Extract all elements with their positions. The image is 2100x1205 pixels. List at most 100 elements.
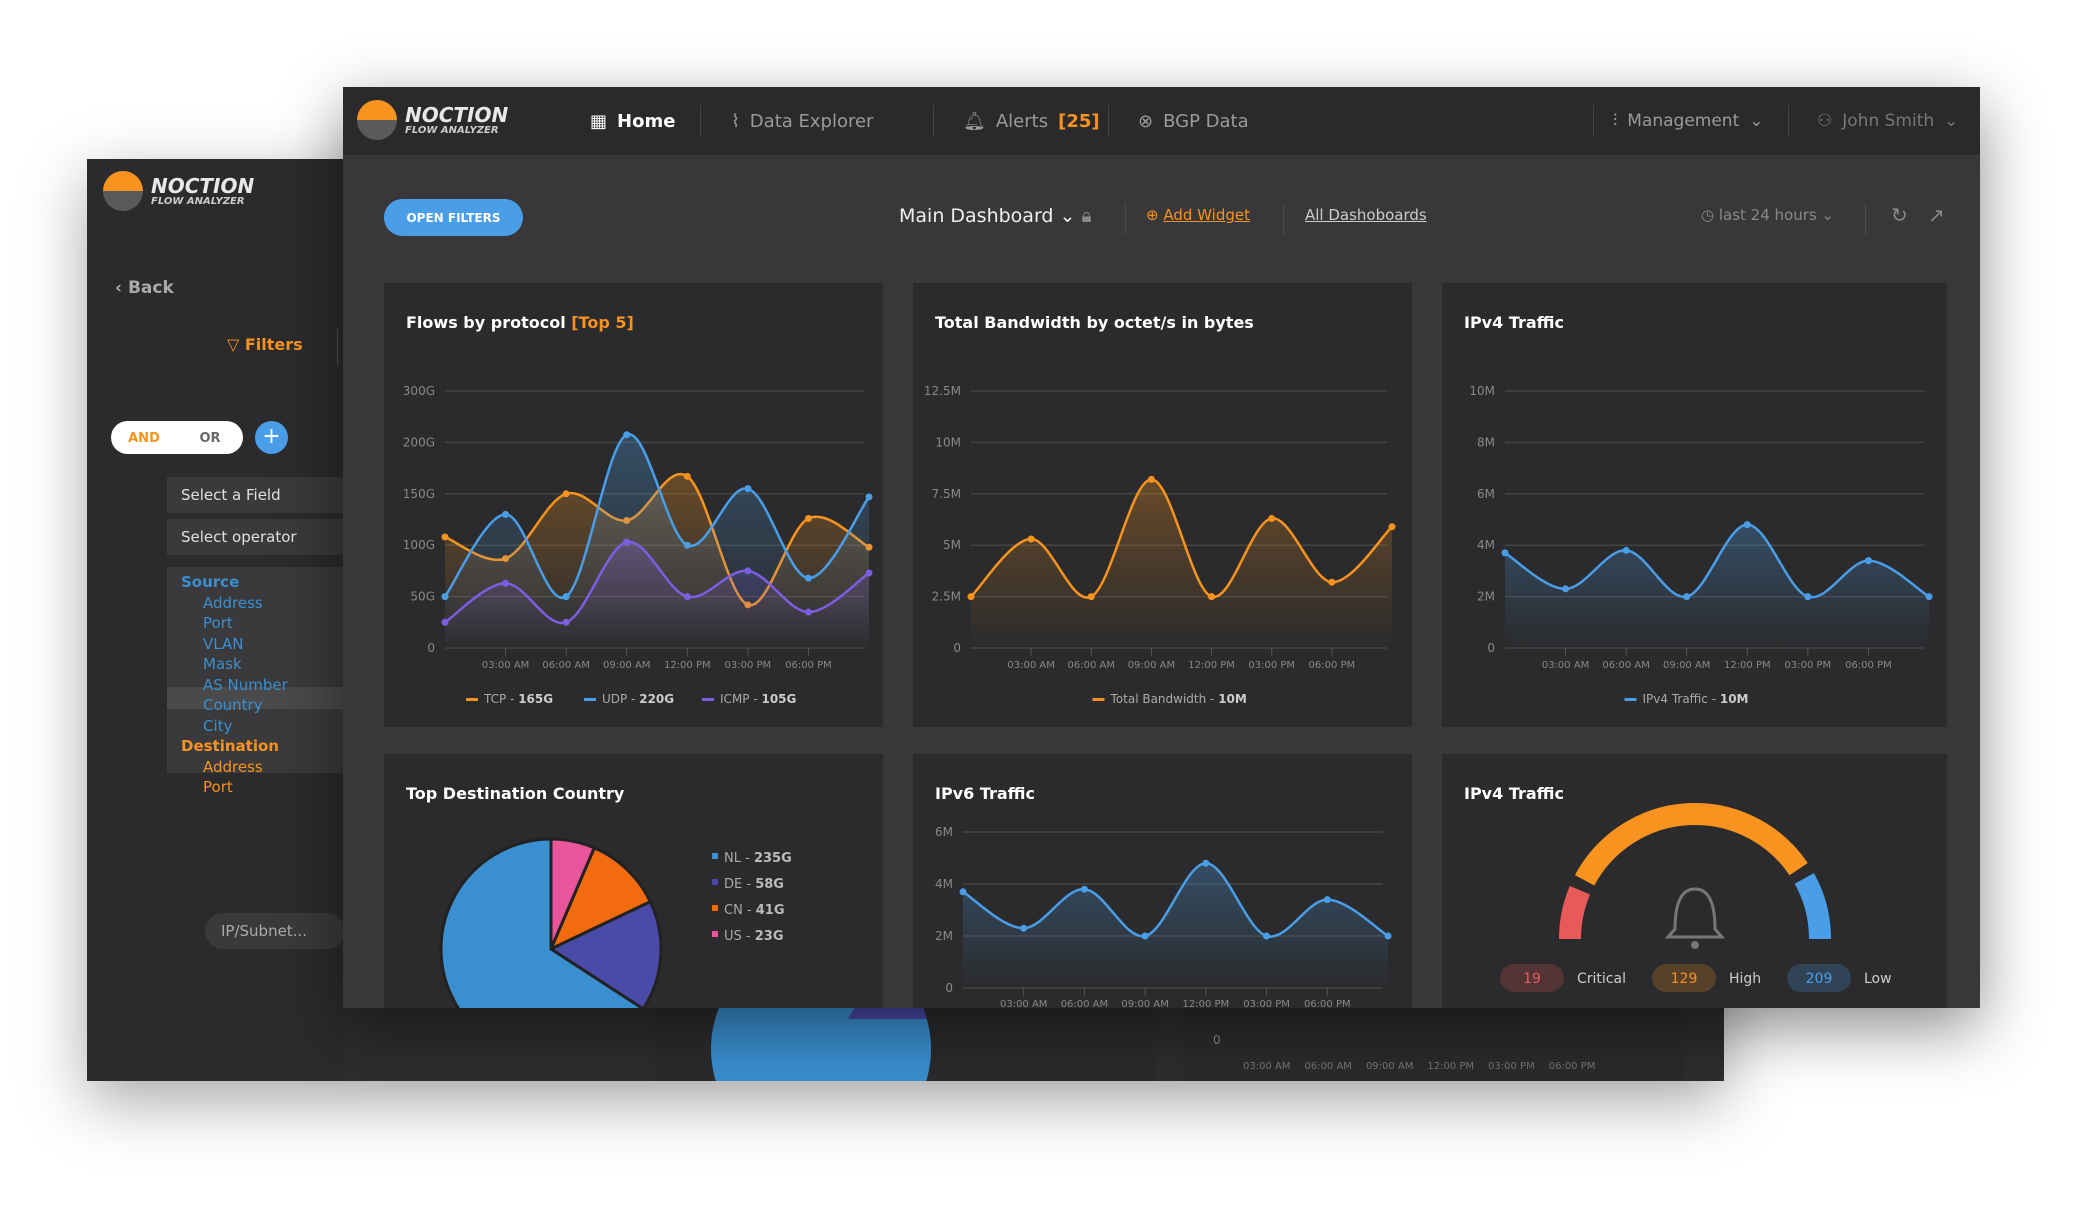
top-nav: NOCTION FLOW ANALYZER ▦ Home ⌇ Data Explore… xyxy=(343,87,1980,155)
series-area-total-bandwidth xyxy=(971,479,1392,648)
filters-button[interactable]: ▽ Filters xyxy=(227,335,303,354)
menu-item[interactable]: VLAN xyxy=(203,635,243,653)
dashboard-name: Main Dashboard xyxy=(899,205,1054,227)
or-option[interactable]: OR xyxy=(177,423,243,453)
ip-subnet-input[interactable]: IP/Subnet... xyxy=(205,913,345,949)
nav-alerts[interactable]: 🔔︎ Alerts [25] xyxy=(963,87,1100,155)
alert-level-label: High xyxy=(1729,971,1761,987)
menu-item[interactable]: Port xyxy=(203,614,233,632)
chevron-down-icon: ⌄ xyxy=(1821,206,1835,224)
data-point xyxy=(1027,535,1035,543)
nav-bgp-data[interactable]: ⊗ BGP Data xyxy=(1138,87,1249,155)
data-point xyxy=(1020,924,1028,932)
nav-management[interactable]: ⫶ Management ⌄ xyxy=(1613,87,1764,155)
user-icon: ⚇ xyxy=(1817,111,1833,131)
bell-icon: 🔔︎ xyxy=(963,110,986,132)
logo-name: NOCTION xyxy=(405,102,509,127)
x-tick-label: 12:00 PM xyxy=(664,660,711,671)
x-tick-label: 12:00 PM xyxy=(1183,999,1230,1008)
y-tick-label: 4M xyxy=(935,877,953,891)
alert-level-label: Critical xyxy=(1577,971,1626,987)
time-range-selector[interactable]: ◷ last 24 hours ⌄ xyxy=(1701,206,1834,224)
user-menu[interactable]: ⚇ John Smith ⌄ xyxy=(1817,87,1958,155)
menu-item[interactable]: City xyxy=(203,717,232,735)
divider xyxy=(1593,105,1594,137)
legend-swatch xyxy=(702,698,714,701)
data-point xyxy=(1562,585,1570,593)
clock-icon: ◷ xyxy=(1701,206,1719,224)
data-point xyxy=(1864,557,1872,565)
legend-swatch xyxy=(584,698,596,701)
data-point xyxy=(1323,896,1331,904)
menu-item[interactable]: Address xyxy=(203,758,263,776)
back-button[interactable]: ‹ Back xyxy=(115,278,174,298)
data-point xyxy=(1384,932,1392,940)
divider xyxy=(1865,203,1866,235)
and-option[interactable]: AND xyxy=(111,423,177,453)
menu-item[interactable]: Port xyxy=(203,778,233,796)
y-tick-label: 2M xyxy=(935,929,953,943)
data-point xyxy=(1743,521,1751,529)
data-point xyxy=(1388,523,1396,531)
widget-flows: Flows by protocol [Top 5] 0 50G 100G 150G 200… xyxy=(384,283,883,727)
y-tick-label: 12.5M xyxy=(924,384,961,398)
x-tick-label: 09:00 AM xyxy=(603,660,650,671)
legend-label: IPv4 Traffic - 10M xyxy=(1643,692,1749,706)
x-tick-label: 03:00 AM xyxy=(1542,660,1589,671)
x-tick-label: 03:00 AM xyxy=(1000,999,1047,1008)
legend-value: 41G xyxy=(756,903,785,918)
y-tick: 0 xyxy=(1213,1033,1221,1047)
widget-alerts: IPv4 Traffic 19 Critical 129 High 209 Low xyxy=(1442,754,1947,1008)
alert-count: 19 xyxy=(1523,971,1541,987)
chart-svg: 0 2M 4M 6M 03:00 AM 06:00 AM 09:00 AM 12:00 PM 0… xyxy=(935,825,1392,1008)
logo[interactable]: NOCTION FLOW ANALYZER xyxy=(357,100,508,140)
add-widget-link[interactable]: ⊕ Add Widget xyxy=(1146,206,1250,224)
data-point xyxy=(1080,885,1088,893)
series-area-ipv6-traffic xyxy=(963,863,1388,988)
divider xyxy=(933,105,934,137)
legend-label: US - 23G xyxy=(724,929,784,944)
menu-item[interactable]: Mask xyxy=(203,655,242,673)
select-operator-dropdown[interactable]: Select operator xyxy=(167,519,343,555)
divider xyxy=(700,105,701,137)
data-point xyxy=(744,567,752,575)
x-tick-label: 03:00 PM xyxy=(1488,1061,1535,1072)
external-link-icon[interactable]: ↗ xyxy=(1928,203,1945,227)
all-dashboards-link[interactable]: All Dashoboards xyxy=(1305,206,1427,224)
divider xyxy=(1788,105,1789,137)
nav-home[interactable]: ▦ Home xyxy=(590,87,675,155)
chart-svg: 19 Critical 129 High 209 Low xyxy=(1500,803,1892,992)
y-tick-label: 6M xyxy=(935,825,953,839)
menu-item[interactable]: Address xyxy=(203,594,263,612)
legend-label: TCP - 165G xyxy=(483,692,553,706)
chart-svg: 0 50G 100G 150G 200G 300G 03:00 AM 06:00 AM 09:0… xyxy=(403,384,873,706)
lock-icon: 🔒︎ xyxy=(1081,205,1092,227)
x-tick-label: 09:00 AM xyxy=(1663,660,1710,671)
select-field-dropdown[interactable]: Select a Field xyxy=(167,477,343,513)
add-condition-button[interactable]: + xyxy=(255,421,288,454)
data-point xyxy=(804,514,812,522)
data-point xyxy=(683,541,691,549)
bell-icon xyxy=(1664,887,1726,939)
time-range-label: last 24 hours xyxy=(1718,206,1817,224)
dashboard-icon: ▦ xyxy=(590,110,608,132)
menu-item[interactable]: AS Number xyxy=(203,676,288,694)
refresh-icon[interactable]: ↻ xyxy=(1891,203,1908,227)
x-tick-label: 06:00 AM xyxy=(1602,660,1649,671)
alerts-count-badge: [25] xyxy=(1058,110,1100,132)
x-tick-label: 06:00 PM xyxy=(1304,999,1351,1008)
data-point xyxy=(562,618,570,626)
alert-level-label: Low xyxy=(1864,971,1892,987)
filters-label: Filters xyxy=(244,335,303,354)
filter-sidebar: NOCTION FLOW ANALYZER ‹ Back ▽ Filters AN… xyxy=(87,159,345,1081)
menu-item[interactable]: Country xyxy=(203,696,263,714)
open-filters-button[interactable]: OPEN FILTERS xyxy=(384,199,523,236)
nav-alerts-label: Alerts xyxy=(995,110,1049,132)
data-point xyxy=(744,485,752,493)
data-point xyxy=(865,569,873,577)
nav-data-explorer[interactable]: ⌇ Data Explorer xyxy=(731,87,873,155)
data-point xyxy=(1501,549,1509,557)
x-tick-label: 09:00 AM xyxy=(1128,660,1175,671)
data-point xyxy=(804,574,812,582)
dashboard-selector[interactable]: Main Dashboard ⌄ 🔒︎ xyxy=(899,205,1092,227)
